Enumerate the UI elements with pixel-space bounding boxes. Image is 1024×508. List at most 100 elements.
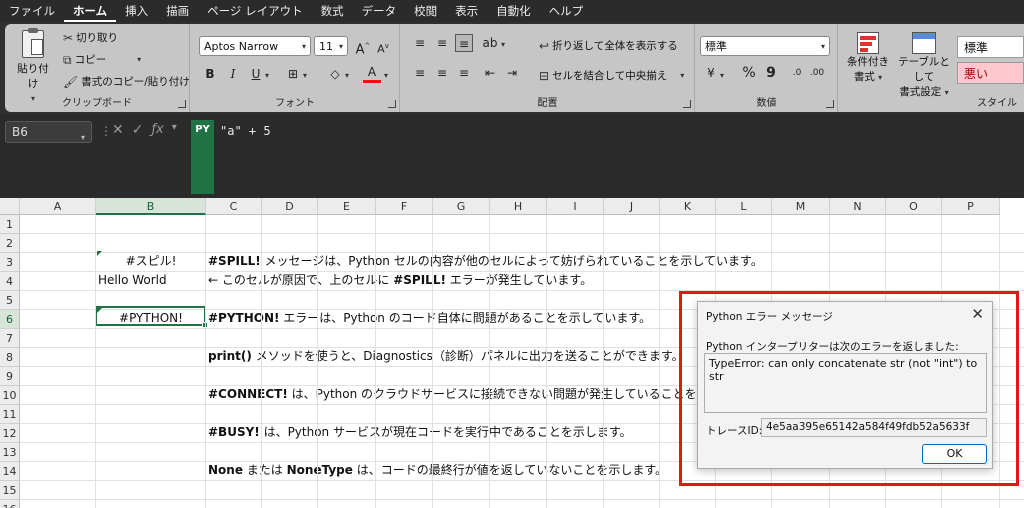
menu-tab-10[interactable]: ヘルプ — [540, 0, 593, 22]
row-header-8[interactable]: 8 — [0, 348, 20, 367]
cancel-icon[interactable]: ✕ — [112, 122, 124, 138]
row-header-9[interactable]: 9 — [0, 367, 20, 386]
row-header-5[interactable]: 5 — [0, 291, 20, 310]
orientation-icon[interactable]: ab — [481, 34, 499, 52]
style-bad[interactable]: 悪い — [957, 62, 1024, 84]
column-header-n[interactable]: N — [830, 198, 886, 215]
fill-color-icon[interactable]: ◇ — [326, 65, 344, 83]
select-all-corner[interactable] — [0, 198, 20, 215]
menu-tab-4[interactable]: ページ レイアウト — [198, 0, 311, 22]
column-header-g[interactable]: G — [433, 198, 490, 215]
chevron-down-icon[interactable]: ▾ — [345, 71, 349, 80]
chevron-down-icon[interactable]: ▾ — [720, 71, 724, 80]
column-header-h[interactable]: H — [490, 198, 547, 215]
cell-b3[interactable]: #スピル! — [96, 252, 206, 271]
menu-tab-5[interactable]: 数式 — [312, 0, 353, 22]
decrease-decimal-icon[interactable]: .00 — [808, 64, 826, 82]
column-header-a[interactable]: A — [20, 198, 96, 215]
menu-tab-9[interactable]: 自動化 — [487, 0, 540, 22]
align-middle-icon[interactable]: ≡ — [433, 34, 451, 52]
row-header-10[interactable]: 10 — [0, 386, 20, 405]
chevron-down-icon[interactable]: ▾ — [265, 71, 269, 80]
italic-button[interactable]: I — [224, 65, 242, 83]
row-header-1[interactable]: 1 — [0, 215, 20, 234]
insert-function-icon[interactable]: ƒx — [151, 122, 163, 138]
dialog-launcher-icon[interactable] — [388, 100, 396, 108]
menu-tab-0[interactable]: ファイル — [0, 0, 64, 22]
cell-c12[interactable]: #BUSY! は、Python サービスが現在コードを実行中であることを示します… — [208, 423, 632, 442]
row-header-16[interactable]: 16 — [0, 500, 20, 508]
dialog-launcher-icon[interactable] — [826, 100, 834, 108]
cell-b4[interactable]: Hello World — [98, 271, 167, 290]
row-header-3[interactable]: 3 — [0, 253, 20, 272]
row-header-12[interactable]: 12 — [0, 424, 20, 443]
style-normal[interactable]: 標準 — [957, 36, 1024, 58]
merge-center-button[interactable]: ⊟ セルを結合して中央揃え ▾ — [539, 68, 684, 83]
dialog-launcher-icon[interactable] — [683, 100, 691, 108]
percent-button[interactable]: % — [740, 64, 758, 82]
more-icon[interactable]: ⋮ — [100, 124, 112, 138]
borders-icon[interactable]: ⊞ — [284, 65, 302, 83]
row-header-6[interactable]: 6 — [0, 310, 20, 329]
menu-tab-7[interactable]: 校閲 — [405, 0, 446, 22]
chevron-down-icon[interactable]: ▾ — [384, 71, 388, 80]
close-icon[interactable]: ✕ — [971, 305, 984, 323]
shrink-font-button[interactable]: Av — [374, 37, 392, 56]
row-header-15[interactable]: 15 — [0, 481, 20, 500]
align-bottom-icon[interactable]: ≡ — [455, 34, 473, 52]
column-header-b[interactable]: B — [96, 198, 206, 215]
trace-id-field[interactable]: 4e5aa395e65142a584f49fdb52a5633f — [761, 418, 987, 437]
chevron-down-icon[interactable]: ▾ — [501, 40, 505, 49]
column-header-o[interactable]: O — [886, 198, 942, 215]
column-header-i[interactable]: I — [547, 198, 604, 215]
align-center-icon[interactable]: ≡ — [433, 64, 451, 82]
conditional-format-button[interactable]: 条件付き 書式 ▾ — [845, 32, 891, 84]
column-header-p[interactable]: P — [942, 198, 1000, 215]
row-header-7[interactable]: 7 — [0, 329, 20, 348]
currency-icon[interactable]: ¥ — [702, 64, 720, 82]
row-header-14[interactable]: 14 — [0, 462, 20, 481]
menu-tab-2[interactable]: 挿入 — [116, 0, 157, 22]
menu-tab-1[interactable]: ホーム — [64, 0, 117, 22]
format-as-table-button[interactable]: テーブルとして 書式設定 ▾ — [893, 32, 955, 99]
font-size-select[interactable]: 11 ▾ — [314, 36, 348, 56]
row-header-4[interactable]: 4 — [0, 272, 20, 291]
menu-tab-8[interactable]: 表示 — [446, 0, 487, 22]
column-header-j[interactable]: J — [604, 198, 660, 215]
dialog-launcher-icon[interactable] — [178, 100, 186, 108]
align-left-icon[interactable]: ≡ — [411, 64, 429, 82]
underline-button[interactable]: U — [247, 65, 265, 83]
column-header-m[interactable]: M — [772, 198, 830, 215]
font-color-button[interactable]: A — [363, 63, 381, 83]
number-format-select[interactable]: 標準 ▾ — [700, 36, 830, 56]
increase-indent-icon[interactable]: ⇥ — [503, 64, 521, 82]
column-header-k[interactable]: K — [660, 198, 716, 215]
cut-button[interactable]: ✂ 切り取り — [63, 30, 118, 45]
column-header-e[interactable]: E — [318, 198, 376, 215]
column-header-f[interactable]: F — [376, 198, 433, 215]
wrap-text-button[interactable]: ↩ 折り返して全体を表示する — [539, 38, 678, 53]
format-painter-button[interactable]: 🖌 書式のコピー/貼り付け — [63, 74, 190, 89]
cell-c4[interactable]: ← このセルが原因で、上のセルに #SPILL! エラーが発生しています。 — [208, 271, 592, 290]
paste-button[interactable]: 貼り付け ▾ — [13, 28, 53, 103]
chevron-down-icon[interactable]: ▾ — [303, 71, 307, 80]
ok-button[interactable]: OK — [922, 444, 987, 464]
chevron-down-icon[interactable]: ▾ — [172, 122, 177, 138]
error-textbox[interactable]: TypeError: can only concatenate str (not… — [704, 353, 987, 413]
enter-icon[interactable]: ✓ — [132, 122, 144, 138]
increase-decimal-icon[interactable]: .0 — [788, 64, 806, 82]
column-header-l[interactable]: L — [716, 198, 772, 215]
row-header-11[interactable]: 11 — [0, 405, 20, 424]
copy-button[interactable]: ⧉ コピー ▾ — [63, 52, 141, 67]
cell-c6[interactable]: #PYTHON! エラーは、Python のコード自体に問題があることを示してい… — [208, 309, 651, 328]
column-header-c[interactable]: C — [206, 198, 262, 215]
align-right-icon[interactable]: ≡ — [455, 64, 473, 82]
menu-tab-6[interactable]: データ — [353, 0, 406, 22]
font-name-select[interactable]: Aptos Narrow ▾ — [199, 36, 311, 56]
align-top-icon[interactable]: ≡ — [411, 34, 429, 52]
row-header-2[interactable]: 2 — [0, 234, 20, 253]
comma-button[interactable]: 9 — [762, 64, 780, 82]
menu-tab-3[interactable]: 描画 — [157, 0, 198, 22]
grow-font-button[interactable]: A^ — [354, 37, 372, 57]
formula-input[interactable]: "a" + 5 — [220, 124, 271, 138]
